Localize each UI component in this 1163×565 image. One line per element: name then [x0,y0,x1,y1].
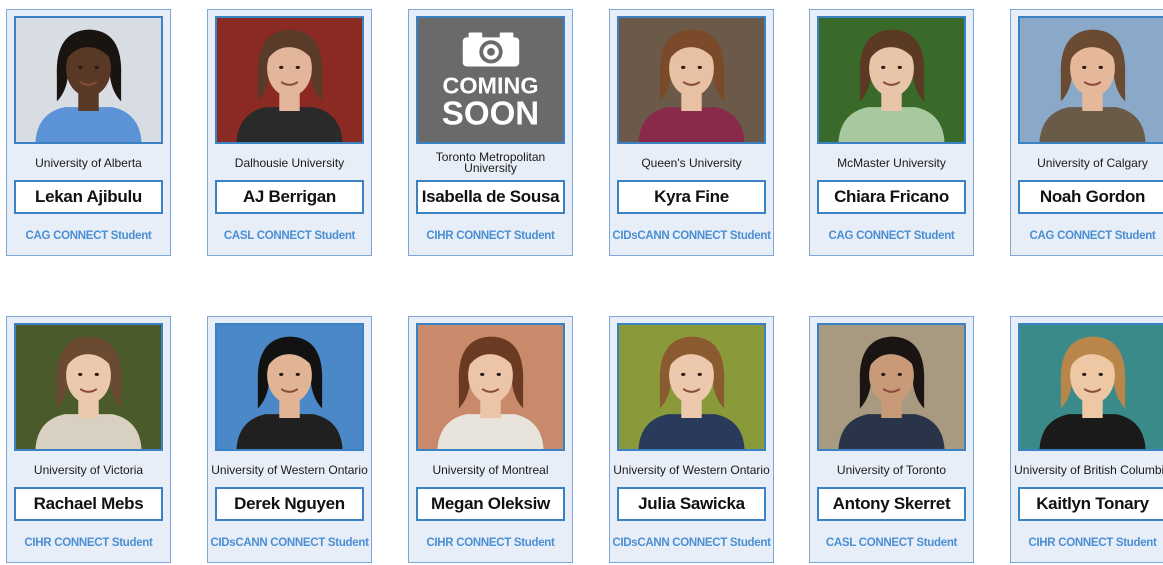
university-label: Toronto Metropolitan University [435,150,546,175]
university-label: University of Western Ontario [211,462,368,477]
student-photo[interactable] [14,16,163,144]
university-label: University of Calgary [1037,155,1148,170]
coming-soon-line2: SOON [442,95,539,132]
student-name[interactable]: Kyra Fine [617,180,766,214]
university-label: Queen's University [641,155,742,170]
student-row-2: University of Victoria Rachael Mebs CIHR C… [0,316,1163,565]
student-name[interactable]: Antony Skerret [817,487,966,521]
university-label: Dalhousie University [234,155,345,170]
program-label[interactable]: CASL CONNECT Student [812,524,971,561]
university-label: McMaster University [837,155,946,170]
student-name[interactable]: Derek Nguyen [215,487,364,521]
university-label: University of Toronto [836,462,947,477]
university-label: University of Western Ontario [613,462,770,477]
student-card-julia-sawicka[interactable]: University of Western Ontario Julia Sawic… [609,316,774,563]
student-photo[interactable] [617,16,766,144]
coming-soon-photo[interactable]: COMING SOON [416,16,565,144]
university-label: University of British Columbia [1014,462,1163,477]
student-card-isabella-de-sousa[interactable]: COMING SOON Toronto Metropolitan Univers… [408,9,573,256]
program-label[interactable]: CIHR CONNECT Student [1013,524,1163,561]
student-name[interactable]: Noah Gordon [1018,180,1163,214]
student-card-megan-oleksiw[interactable]: University of Montreal Megan Oleksiw CIHR … [408,316,573,563]
student-photo[interactable] [1018,323,1163,451]
program-label[interactable]: CAG CONNECT Student [812,217,971,254]
student-photo[interactable] [617,323,766,451]
university-label: University of Montreal [432,462,549,477]
student-photo[interactable] [215,323,364,451]
student-row-1: University of Alberta Lekan Ajibulu CAG CO… [0,9,1163,258]
student-photo[interactable] [14,323,163,451]
student-photo[interactable] [215,16,364,144]
university-label: University of Victoria [33,462,144,477]
student-card-antony-skerret[interactable]: University of Toronto Antony Skerret CASL … [809,316,974,563]
student-card-kyra-fine[interactable]: Queen's University Kyra Fine CIDsCANN CONN… [609,9,774,256]
student-name[interactable]: AJ Berrigan [215,180,364,214]
university-label: University of Alberta [35,155,142,170]
program-label[interactable]: CAG CONNECT Student [1013,217,1163,254]
student-photo[interactable] [416,323,565,451]
program-label[interactable]: CIDsCANN CONNECT Student [612,524,771,561]
student-card-derek-nguyen[interactable]: University of Western Ontario Derek Nguye… [207,316,372,563]
student-card-lekan-ajibulu[interactable]: University of Alberta Lekan Ajibulu CAG CO… [6,9,171,256]
student-card-kaitlyn-tonary[interactable]: University of British Columbia Kaitlyn To… [1010,316,1163,563]
student-card-noah-gordon[interactable]: University of Calgary Noah Gordon CAG CONN… [1010,9,1163,256]
student-name[interactable]: Julia Sawicka [617,487,766,521]
student-photo[interactable] [817,16,966,144]
program-label[interactable]: CAG CONNECT Student [9,217,168,254]
student-name[interactable]: Isabella de Sousa [416,180,565,214]
program-label[interactable]: CASL CONNECT Student [210,217,369,254]
student-card-rachael-mebs[interactable]: University of Victoria Rachael Mebs CIHR C… [6,316,171,563]
student-name[interactable]: Lekan Ajibulu [14,180,163,214]
program-label[interactable]: CIDsCANN CONNECT Student [210,524,369,561]
student-card-aj-berrigan[interactable]: Dalhousie University AJ Berrigan CASL CONN… [207,9,372,256]
program-label[interactable]: CIDsCANN CONNECT Student [612,217,771,254]
student-name[interactable]: Kaitlyn Tonary [1018,487,1163,521]
program-label[interactable]: CIHR CONNECT Student [411,524,570,561]
program-label[interactable]: CIHR CONNECT Student [411,217,570,254]
student-photo[interactable] [1018,16,1163,144]
student-photo[interactable] [817,323,966,451]
program-label[interactable]: CIHR CONNECT Student [9,524,168,561]
student-card-chiara-fricano[interactable]: McMaster University Chiara Fricano CAG CON… [809,9,974,256]
student-name[interactable]: Rachael Mebs [14,487,163,521]
student-name[interactable]: Chiara Fricano [817,180,966,214]
student-name[interactable]: Megan Oleksiw [416,487,565,521]
